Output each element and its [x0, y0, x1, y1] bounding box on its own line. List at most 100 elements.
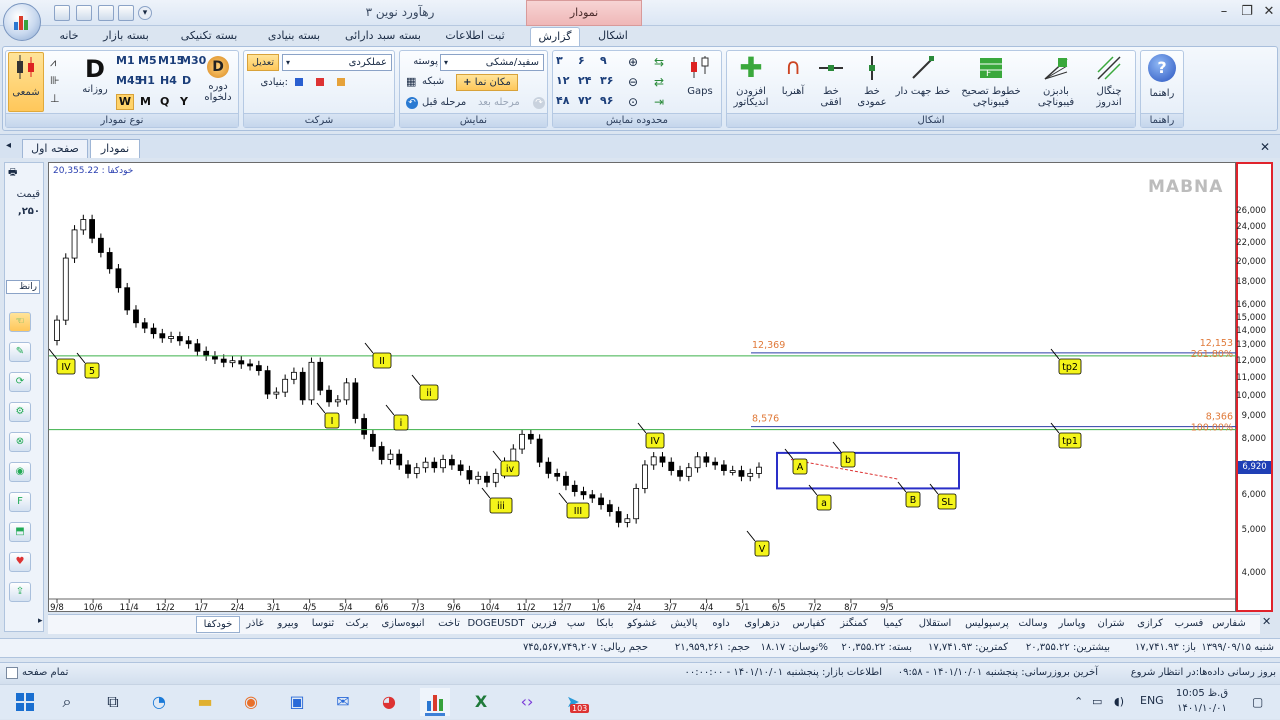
blue-square-icon[interactable] — [295, 78, 303, 86]
tab-scroll-icon[interactable]: ◂ — [6, 140, 11, 151]
excel-icon[interactable]: X — [466, 688, 496, 716]
fib-fan-button[interactable]: بادبزن فیبوناچی — [1028, 54, 1084, 112]
doc-tab-chart[interactable]: نمودار — [90, 139, 140, 158]
watch-tool-icon[interactable]: ◉ — [9, 462, 31, 482]
tab-shapes[interactable]: اشکال — [590, 27, 636, 46]
custom-period-button[interactable]: D دوره دلخواه — [200, 56, 236, 112]
chart-style-icons[interactable]: ⩘ ⊪ ⊥ — [50, 54, 68, 110]
scroll-left-icon[interactable]: ⇆ — [654, 55, 664, 69]
range-24[interactable]: ۲۴ — [578, 74, 600, 87]
fullscreen-label[interactable]: تمام صفحه — [22, 667, 68, 678]
network-icon[interactable]: ▭ — [1092, 695, 1102, 708]
candle-chart-button[interactable]: شمعی — [8, 52, 44, 112]
range-48[interactable]: ۴۸ — [556, 94, 578, 107]
range-72[interactable]: ۷۲ — [578, 94, 600, 107]
zoom-in-icon[interactable]: ⊕ — [628, 55, 638, 69]
scroll-tabs-right-icon[interactable]: ▸ — [38, 616, 43, 626]
price-axis[interactable]: 26,000 24,000 22,000 20,000 18,000 16,000 15,0… — [1236, 162, 1273, 612]
tab-report[interactable]: گزارش — [530, 27, 580, 46]
symbol-tab[interactable]: کرازی — [1130, 616, 1170, 633]
line-chart-icon[interactable]: ⩘ — [50, 54, 68, 72]
chart-canvas[interactable]: 12,369 12,153261.80%8,576 8,366100.00%5IVI… — [48, 163, 1237, 613]
symbol-tab[interactable]: شتران — [1092, 616, 1130, 633]
screener-icon[interactable]: ⚙ — [9, 402, 31, 422]
red-square-icon[interactable] — [316, 78, 324, 86]
minimize-icon[interactable]: – — [1215, 4, 1233, 20]
mail-app-icon[interactable]: ✉ — [328, 688, 358, 716]
search-icon[interactable]: ⌕ — [52, 688, 82, 716]
daily-button[interactable]: D روزانه — [78, 54, 112, 110]
symbol-tab[interactable]: بابکا — [590, 616, 620, 633]
mail-icon[interactable] — [118, 5, 134, 21]
symbol-tab[interactable]: استقلال — [910, 616, 960, 633]
tab-home[interactable]: خانه — [50, 27, 88, 46]
clock-date[interactable]: ۱۴۰۱/۱۰/۰۱ — [1172, 703, 1232, 714]
symbol-tab[interactable]: وسالت — [1014, 616, 1052, 633]
grid-label[interactable]: شبکه — [422, 75, 452, 89]
redo-icon[interactable]: ↷ — [533, 97, 545, 109]
symbol-tab[interactable]: سپ — [562, 616, 590, 633]
file-explorer-icon[interactable]: ▬ — [190, 688, 220, 716]
symbol-tab[interactable]: فسرب — [1170, 616, 1208, 633]
indicator-tool-icon[interactable]: ⟳ — [9, 372, 31, 392]
symbol-tab[interactable]: ثنوسا — [306, 616, 340, 633]
cursor-button[interactable]: + مکان نما — [456, 74, 518, 91]
adjust-button[interactable]: تعدیل — [247, 54, 279, 71]
close-document-icon[interactable]: ✕ — [1260, 140, 1270, 154]
next-step-button[interactable]: مرحله بعد — [478, 96, 532, 110]
symbol-tab[interactable]: DOGEUSDT — [466, 616, 526, 633]
range-3[interactable]: ۳ — [556, 54, 578, 67]
tf-m1[interactable]: M1 — [116, 54, 135, 67]
period-w[interactable]: W — [116, 94, 134, 110]
symbol-tab[interactable]: فزرین — [526, 616, 562, 633]
symbol-tab[interactable]: خودکفا — [196, 616, 240, 633]
add-indicator-button[interactable]: ✚ افزودن اندیکاتور — [728, 54, 774, 112]
help-button[interactable]: ? راهنما — [1142, 54, 1182, 112]
vertical-line-button[interactable]: خط عمودی — [852, 54, 892, 112]
symbol-tab[interactable]: پالایش — [664, 616, 704, 633]
symbol-tab[interactable]: پرسپولیس — [960, 616, 1014, 633]
grid-icon[interactable]: ▦ — [406, 76, 418, 88]
symbol-tab[interactable]: شفارس — [1208, 616, 1250, 633]
range-6[interactable]: ۶ — [578, 54, 600, 67]
favorite-tool-icon[interactable]: ♥ — [9, 552, 31, 572]
notification-icon[interactable]: ▢ — [1252, 695, 1263, 709]
print-icon[interactable] — [76, 5, 92, 21]
fullscreen-icon[interactable] — [6, 667, 18, 679]
volume-icon[interactable]: ◖) — [1114, 695, 1124, 708]
symbol-tab[interactable]: تاخت — [432, 616, 466, 633]
symbol-tab[interactable]: برکت — [340, 616, 374, 633]
windows-start-icon[interactable] — [10, 688, 40, 716]
tray-chevron-icon[interactable]: ⌃ — [1074, 695, 1083, 708]
zoom-out-icon[interactable]: ⊖ — [628, 75, 638, 89]
tf-d[interactable]: D — [182, 74, 200, 87]
clock-time[interactable]: 10:05 ق.ظ — [1172, 688, 1232, 699]
tab-portfolio[interactable]: بسته سبد دارائی — [340, 27, 426, 46]
gaps-button[interactable]: Gaps — [682, 54, 718, 110]
company-select[interactable]: عملکردی ▾ — [282, 54, 392, 71]
scroll-end-icon[interactable]: ⇥ — [654, 95, 664, 109]
tf-m45[interactable]: M45 — [116, 74, 142, 87]
symbol-tab[interactable]: کفپارس — [786, 616, 832, 633]
fib-retracement-button[interactable]: F خطوط تصحیح فیبوناچی — [956, 54, 1026, 112]
trend-line-button[interactable]: خط جهت دار — [894, 54, 952, 112]
firefox-icon[interactable]: ◉ — [236, 688, 266, 716]
tf-m30[interactable]: M30 — [180, 54, 206, 67]
symbol-tab[interactable]: وبیرو — [270, 616, 306, 633]
bar-chart-icon[interactable]: ⊪ — [50, 72, 68, 90]
export-tool-icon[interactable]: ⇪ — [9, 582, 31, 602]
range-36[interactable]: ۳۶ — [600, 74, 622, 87]
store-icon[interactable]: ▣ — [282, 688, 312, 716]
symbol-tab[interactable]: داوه — [704, 616, 738, 633]
qat-dropdown-icon[interactable]: ▾ — [138, 6, 152, 20]
fib-tool-icon[interactable]: F — [9, 492, 31, 512]
restore-icon[interactable]: ❐ — [1238, 4, 1256, 20]
scroll-right-icon[interactable]: ⇄ — [654, 75, 664, 89]
chrome-icon[interactable]: ◕ — [374, 688, 404, 716]
tab-data-entry[interactable]: ثبت اطلاعات — [440, 27, 510, 46]
close-icon[interactable]: ✕ — [1260, 4, 1278, 20]
tf-h1[interactable]: H1 — [138, 74, 156, 87]
magnet-button[interactable]: ∩ آهنربا — [776, 54, 810, 112]
horizontal-line-button[interactable]: خط افقی — [814, 54, 848, 112]
tab-technical[interactable]: بسته تکنیکی — [176, 27, 242, 46]
